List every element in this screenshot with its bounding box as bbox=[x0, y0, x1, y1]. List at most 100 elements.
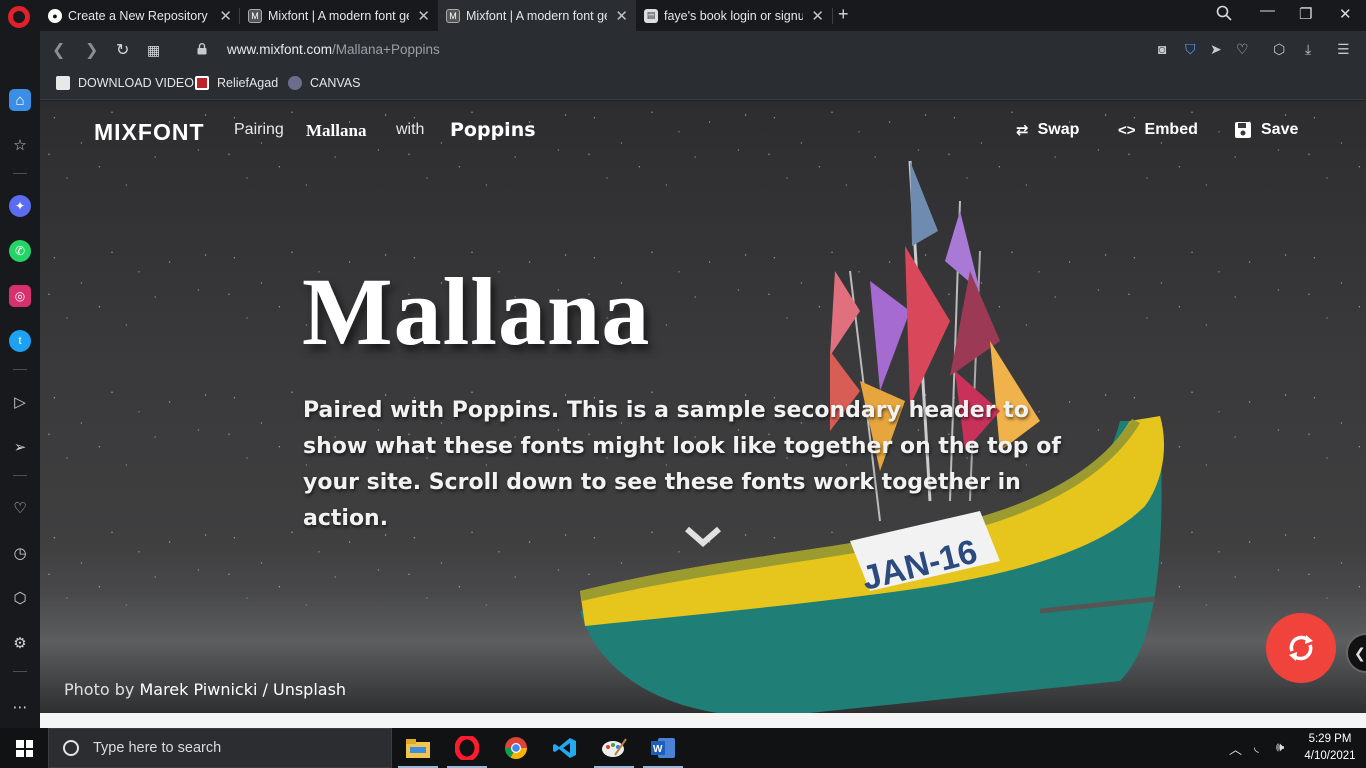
bookmark-label: ReliefAgad bbox=[217, 76, 279, 90]
taskbar-search[interactable]: Type here to search bbox=[48, 728, 392, 768]
camera-icon[interactable]: ◙ bbox=[1158, 41, 1166, 57]
close-icon[interactable]: ✕ bbox=[219, 7, 232, 25]
adblock-shield-icon[interactable]: ⛉ bbox=[1185, 41, 1196, 58]
file-explorer-icon[interactable] bbox=[394, 728, 442, 768]
tab-title: Mixfont | A modern font ge bbox=[466, 8, 608, 23]
svg-text:W: W bbox=[653, 744, 663, 755]
tab-mixfont-1[interactable]: M Mixfont | A modern font ge ✕ bbox=[240, 0, 438, 31]
close-icon[interactable]: ✕ bbox=[417, 7, 430, 25]
word-icon[interactable]: W bbox=[639, 728, 687, 768]
whatsapp-icon[interactable]: ✆ bbox=[9, 240, 31, 262]
font1-selector[interactable]: Mallana bbox=[306, 121, 366, 141]
minimize-button[interactable]: — bbox=[1260, 2, 1275, 19]
download-icon[interactable]: ⤓ bbox=[1305, 41, 1311, 58]
relief-logo-icon bbox=[195, 76, 209, 90]
tab-github[interactable]: ● Create a New Repository ✕ bbox=[40, 0, 240, 31]
cube-icon[interactable]: ⬡ bbox=[9, 587, 31, 609]
site-nav: MIXFONT Pairing Mallana with Poppins ⇄ S… bbox=[40, 101, 1366, 161]
player-icon[interactable]: ▷ bbox=[9, 391, 31, 413]
tab-mixfont-active[interactable]: M Mixfont | A modern font ge ✕ bbox=[438, 0, 636, 31]
credit-author-link[interactable]: Marek Piwnicki bbox=[139, 680, 257, 699]
hero-headline: Mallana bbox=[302, 258, 651, 365]
messenger-icon[interactable]: ✦ bbox=[9, 195, 31, 217]
refresh-icon bbox=[1289, 635, 1313, 661]
reload-button[interactable]: ↻ bbox=[116, 40, 129, 60]
paint-icon[interactable] bbox=[590, 728, 638, 768]
cube-icon[interactable]: ⬡ bbox=[1273, 41, 1285, 58]
with-label: with bbox=[396, 121, 425, 138]
close-window-button[interactable]: ✕ bbox=[1339, 5, 1352, 23]
chevron-left-icon: ❮ bbox=[1354, 644, 1366, 661]
save-button[interactable]: Save bbox=[1234, 121, 1298, 139]
forward-button[interactable]: ❯ bbox=[85, 40, 98, 60]
speed-dial-icon[interactable]: ▦ bbox=[147, 42, 160, 59]
swap-button[interactable]: ⇄ Swap bbox=[1016, 121, 1079, 139]
embed-label: Embed bbox=[1144, 121, 1198, 138]
settings-gear-icon[interactable]: ⚙ bbox=[9, 632, 31, 654]
star-icon[interactable]: ☆ bbox=[9, 134, 31, 156]
heart-icon[interactable]: ♡ bbox=[1236, 41, 1249, 58]
taskbar-clock[interactable]: 5:29 PM 4/10/2021 bbox=[1300, 731, 1360, 765]
tab-title: Create a New Repository bbox=[68, 8, 208, 23]
more-icon[interactable]: ⋯ bbox=[9, 696, 31, 718]
github-icon: ● bbox=[48, 8, 62, 23]
menu-icon[interactable]: ☰ bbox=[1337, 41, 1350, 58]
opera-taskbar-icon[interactable] bbox=[443, 728, 491, 768]
embed-button[interactable]: <> Embed bbox=[1118, 121, 1198, 139]
vscode-icon[interactable] bbox=[541, 728, 589, 768]
bookmark-label: CANVAS bbox=[310, 76, 361, 90]
swap-arrows-icon: ⇄ bbox=[1016, 122, 1029, 139]
scroll-down-chevron-icon[interactable] bbox=[683, 521, 723, 551]
bookmark-reliefagad[interactable]: ReliefAgad bbox=[195, 76, 278, 90]
bookmark-canvas[interactable]: CANVAS bbox=[288, 76, 360, 90]
hero-section: JAN-16 MIXFONT Pairing Mallana with Popp… bbox=[40, 101, 1366, 713]
opera-logo-icon[interactable] bbox=[8, 6, 30, 28]
bookmark-label: DOWNLOAD VIDEO bbox=[78, 76, 194, 90]
credit-prefix: Photo by bbox=[64, 680, 135, 699]
font2-selector[interactable]: Poppins bbox=[450, 119, 536, 141]
show-hidden-icons-icon[interactable]: ︿ bbox=[1229, 739, 1242, 758]
volume-icon[interactable]: 🕪 bbox=[1276, 739, 1284, 755]
canvas-seal-icon bbox=[288, 76, 302, 90]
instagram-icon[interactable]: ◎ bbox=[9, 285, 31, 307]
tab-bar: ● Create a New Repository ✕ M Mixfont | … bbox=[0, 0, 1366, 31]
close-icon[interactable]: ✕ bbox=[811, 7, 824, 25]
heart-icon[interactable]: ♡ bbox=[9, 497, 31, 519]
url-field[interactable]: www.mixfont.com/Mallana+Poppins bbox=[227, 42, 440, 57]
new-tab-button[interactable]: + bbox=[838, 4, 849, 25]
url-path: /Mallana+Poppins bbox=[332, 42, 440, 57]
twitter-icon[interactable]: t bbox=[9, 330, 31, 352]
close-icon[interactable]: ✕ bbox=[615, 7, 628, 25]
search-icon bbox=[63, 740, 79, 756]
search-tabs-icon[interactable] bbox=[1216, 5, 1232, 25]
clock-time: 5:29 PM bbox=[1308, 733, 1352, 745]
mixfont-logo[interactable]: MIXFONT bbox=[94, 119, 205, 146]
page-below-fold bbox=[40, 713, 1366, 728]
history-clock-icon[interactable]: ◷ bbox=[9, 542, 31, 564]
save-label: Save bbox=[1261, 121, 1299, 138]
taskbar-search-placeholder: Type here to search bbox=[93, 740, 222, 756]
clock-date: 4/10/2021 bbox=[1304, 750, 1356, 762]
chrome-icon[interactable] bbox=[492, 728, 540, 768]
tab-title: Mixfont | A modern font ge bbox=[268, 8, 410, 23]
tab-fayes-book[interactable]: ▤ faye's book login or signup ✕ bbox=[636, 0, 832, 31]
credit-source-link[interactable]: Unsplash bbox=[273, 680, 346, 699]
swap-label: Swap bbox=[1037, 121, 1080, 138]
mixfont-icon: M bbox=[248, 8, 262, 23]
wifi-icon[interactable]: ◟ bbox=[1254, 739, 1259, 755]
code-brackets-icon: <> bbox=[1118, 121, 1136, 139]
randomize-button[interactable] bbox=[1266, 613, 1336, 683]
restore-button[interactable]: ❐ bbox=[1299, 5, 1312, 23]
floppy-disk-icon bbox=[1235, 122, 1251, 138]
windows-start-icon[interactable] bbox=[16, 740, 33, 757]
credit-separator: / bbox=[262, 680, 268, 699]
document-icon bbox=[56, 76, 70, 90]
back-button[interactable]: ❮ bbox=[52, 40, 65, 60]
mixfont-icon: M bbox=[446, 8, 460, 23]
photo-credit: Photo by Marek Piwnicki / Unsplash bbox=[64, 680, 346, 699]
send-icon[interactable]: ➤ bbox=[1210, 41, 1222, 58]
home-icon[interactable]: ⌂ bbox=[9, 89, 31, 111]
tab-title: faye's book login or signup bbox=[664, 8, 804, 23]
send-icon[interactable]: ➢ bbox=[9, 436, 31, 458]
bookmark-download-video[interactable]: DOWNLOAD VIDEO bbox=[56, 76, 194, 90]
